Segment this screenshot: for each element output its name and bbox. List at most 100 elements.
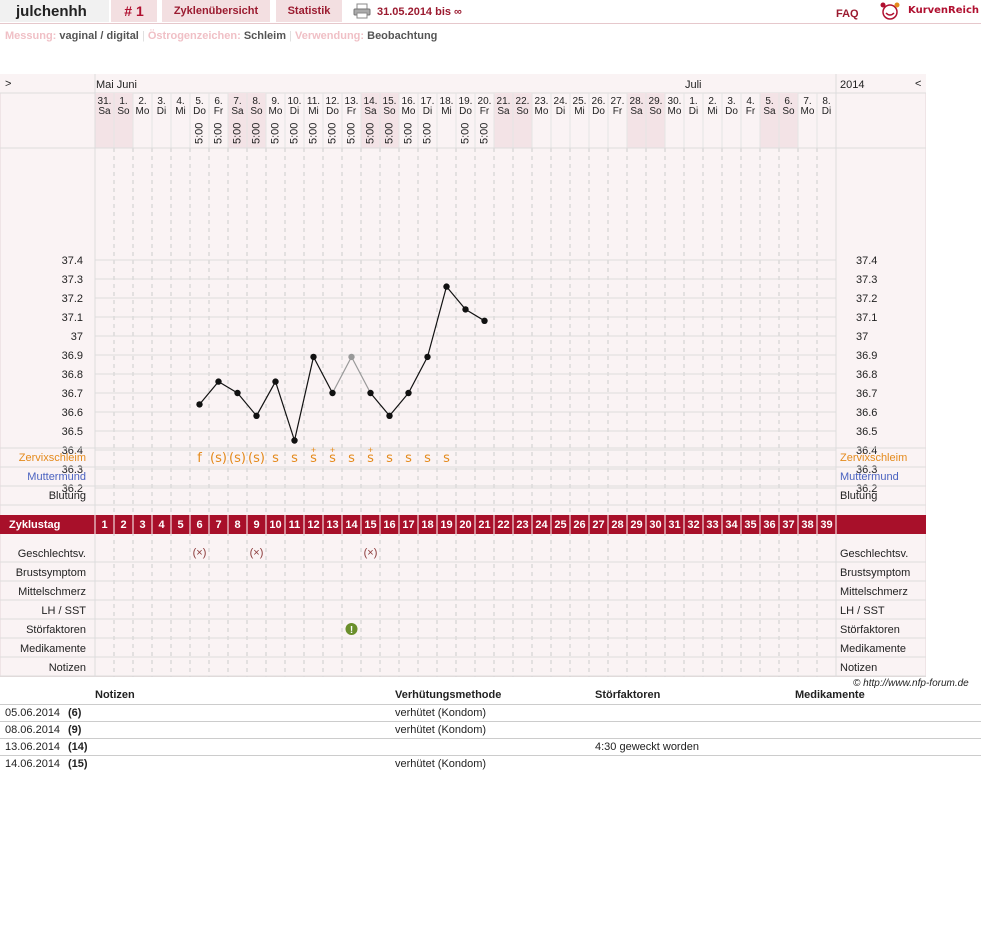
cervical-position-row-label-right: Muttermund [840, 471, 899, 483]
estrogen-label: Östrogenzeichen: [147, 30, 241, 42]
lh-row-label: LH / SST [41, 605, 86, 617]
breast-symptom-row-label-right: Brustsymptom [840, 567, 910, 579]
y-tick-right: 36.5 [856, 426, 877, 438]
cervix-symbol: s [291, 451, 298, 466]
y-tick-left: 36.6 [62, 407, 83, 419]
top-bar: julchenhh # 1 Zyklenübersicht Statistik … [0, 0, 981, 24]
medication-row-label-right: Medikamente [840, 643, 906, 655]
separator: | [141, 30, 145, 42]
faq-link[interactable]: FAQ [836, 8, 859, 20]
note-cycle-day: (14) [68, 741, 88, 753]
cycle-day-number: 12 [307, 519, 319, 531]
y-tick-left: 36.7 [62, 388, 83, 400]
time-label: 5:00 [479, 123, 491, 144]
note-row: 08.06.2014 (9) verhütet (Kondom) [0, 721, 981, 739]
copyright: © http://www.nfp-forum.de [853, 678, 969, 689]
temp-point [234, 389, 241, 397]
weekday-label: Fr [480, 106, 490, 117]
cycle-day-number: 25 [554, 519, 566, 531]
time-label: 5:00 [308, 123, 320, 144]
mittelschmerz-row-label-right: Mittelschmerz [840, 586, 908, 598]
y-tick-right: 36.9 [856, 350, 877, 362]
weekday-label: Mo [535, 106, 549, 117]
y-tick-right: 37.2 [856, 293, 877, 305]
cycle-day-number: 11 [289, 519, 301, 531]
cycle-day-number: 8 [234, 519, 240, 531]
weekday-label: So [782, 106, 795, 117]
y-tick-right: 37.3 [856, 274, 877, 286]
breast-symptom-row-label: Brustsymptom [16, 567, 86, 579]
tab-statistics[interactable]: Statistik [276, 0, 342, 22]
cycle-day-number: 37 [782, 519, 794, 531]
weekday-label: Mi [308, 106, 319, 117]
cervix-symbol: s [272, 451, 279, 466]
note-date: 05.06.2014 [5, 707, 61, 719]
time-label: 5:00 [232, 123, 244, 144]
cycle-day-number: 34 [725, 519, 738, 531]
weekday-label: Mo [668, 106, 682, 117]
weekday-label: Fr [746, 106, 756, 117]
time-label: 5:00 [460, 123, 472, 144]
time-label: 5:00 [327, 123, 339, 144]
cycle-day-number: 39 [820, 519, 832, 531]
note-date: 14.06.2014 [5, 758, 61, 770]
disturbance-row-label: Störfaktoren [26, 624, 86, 636]
cycle-number-tab[interactable]: # 1 [111, 0, 157, 22]
cycle-day-number: 33 [706, 519, 718, 531]
weekday-label: Do [725, 106, 738, 117]
y-tick-left: 36.5 [62, 426, 83, 438]
cervix-plus: + [330, 445, 335, 455]
temp-point [310, 353, 317, 361]
weekday-label: So [516, 106, 529, 117]
cervix-symbol: s [386, 451, 393, 466]
weekday-label: Mi [175, 106, 186, 117]
note-cycle-day: (9) [68, 724, 82, 736]
logo-text: KurvenReich [908, 5, 980, 16]
y-tick-left: 37.1 [62, 312, 83, 324]
y-tick-right: 37.4 [856, 255, 877, 267]
next-arrow[interactable]: < [915, 78, 921, 90]
time-label: 5:00 [213, 123, 225, 144]
cycle-day-number: 17 [402, 519, 414, 531]
cycle-chart: > <2014Mai Juni Juli31.Sa1.So2.Mo3.Di4.Mi5… [0, 74, 926, 677]
cervix-symbol: s [348, 451, 355, 466]
tab-cycle-overview[interactable]: Zyklenübersicht [162, 0, 270, 22]
notes-row-label: Notizen [49, 662, 86, 674]
cycle-day-number: 19 [440, 519, 452, 531]
time-label: 5:00 [270, 123, 282, 144]
cycle-day-number: 5 [177, 519, 183, 531]
weekday-label: Fr [613, 106, 623, 117]
note-cycle-day: (15) [68, 758, 88, 770]
cycle-day-label: Zyklustag [9, 519, 60, 531]
cycle-day-number: 6 [196, 519, 202, 531]
method-header: Verhütungsmethode [395, 689, 502, 701]
weekday-label: Di [157, 106, 166, 117]
cycle-day-number: 31 [668, 519, 680, 531]
info-bar: Messung: vaginal / digital | Östrogenzei… [5, 30, 437, 42]
temp-point [462, 306, 469, 313]
usage-label: Verwendung: [295, 30, 365, 42]
temp-point [424, 353, 431, 361]
cycle-day-number: 26 [573, 519, 585, 531]
temp-point [291, 437, 298, 444]
intercourse-row-label-right: Geschlechtsv. [840, 548, 908, 560]
time-label: 5:00 [251, 123, 263, 144]
prev-arrow[interactable]: > [5, 78, 11, 90]
cervix-plus: + [311, 445, 316, 455]
note-method: verhütet (Kondom) [395, 707, 487, 719]
time-label: 5:00 [365, 123, 377, 144]
cycle-day-number: 24 [535, 519, 548, 531]
cycle-day-number: 27 [592, 519, 604, 531]
note-method: verhütet (Kondom) [395, 758, 487, 770]
weekday-label: Sa [763, 106, 776, 117]
separator: | [289, 30, 292, 42]
month-band [0, 74, 926, 93]
temp-point [329, 389, 336, 397]
cycle-day-number: 2 [120, 519, 126, 531]
top-divider [0, 23, 981, 24]
printer-icon[interactable] [353, 3, 371, 19]
weekday-label: Do [592, 106, 605, 117]
note-disturb: 4:30 geweckt worden [595, 741, 699, 753]
weekday-label: Mo [136, 106, 150, 117]
note-cycle-day: (6) [68, 707, 82, 719]
